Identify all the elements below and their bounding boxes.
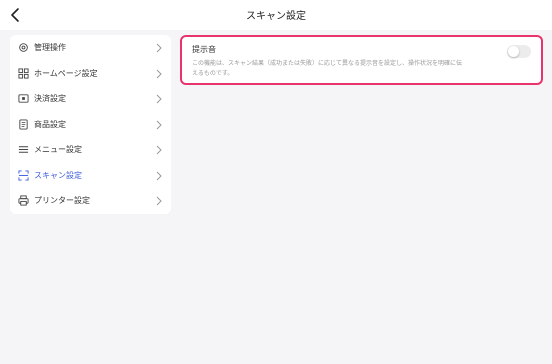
setting-description: この機能は、スキャン結果（成功または失敗）に応じて異なる提示音を設定し、操作状況…: [192, 60, 463, 77]
payment-icon: [18, 94, 29, 103]
page-title: スキャン設定: [246, 11, 306, 22]
top-bar: スキャン設定: [0, 0, 552, 30]
sidebar-item-homepage[interactable]: ホームページ設定: [10, 61, 171, 87]
chevron-right-icon: [156, 69, 162, 78]
sidebar-item-label: ホームページ設定: [34, 68, 98, 78]
scan-icon: [18, 169, 29, 181]
chevron-right-icon: [156, 43, 162, 53]
sidebar-item-products[interactable]: 商品設定: [10, 112, 171, 138]
grid-icon: [18, 67, 29, 79]
printer-icon: [18, 195, 29, 206]
toggle-knob: [508, 46, 519, 57]
sound-toggle[interactable]: [507, 45, 531, 58]
sidebar-item-admin[interactable]: 管理操作: [10, 35, 171, 61]
sound-setting-card: 提示音 この機能は、スキャン結果（成功または失敗）に応じて異なる提示音を設定し、…: [180, 35, 543, 85]
chevron-right-icon: [156, 120, 162, 129]
chevron-right-icon: [156, 145, 162, 155]
sidebar-item-menu[interactable]: メニュー設定: [10, 137, 171, 163]
menu-icon: [18, 146, 29, 153]
document-icon: [19, 118, 28, 130]
sidebar-item-printer[interactable]: プリンター設定: [10, 188, 171, 214]
settings-sidebar: 管理操作 ホームページ設定 決済設定 商品設定 メニュー設定 スキャン設定 プリ…: [10, 35, 171, 214]
sidebar-item-label: 管理操作: [34, 43, 66, 52]
setting-title: 提示音: [192, 45, 216, 54]
chevron-right-icon: [156, 196, 162, 206]
sidebar-item-label: メニュー設定: [34, 145, 82, 154]
sidebar-item-label: プリンター設定: [34, 196, 90, 205]
sidebar-item-scan[interactable]: スキャン設定: [10, 163, 171, 189]
sidebar-item-label: 決済設定: [34, 94, 66, 103]
chevron-right-icon: [156, 171, 162, 180]
sidebar-item-label: スキャン設定: [34, 170, 82, 180]
sidebar-item-payment[interactable]: 決済設定: [10, 86, 171, 112]
chevron-right-icon: [156, 94, 162, 104]
gear-icon: [19, 43, 28, 52]
sidebar-item-label: 商品設定: [34, 119, 66, 129]
